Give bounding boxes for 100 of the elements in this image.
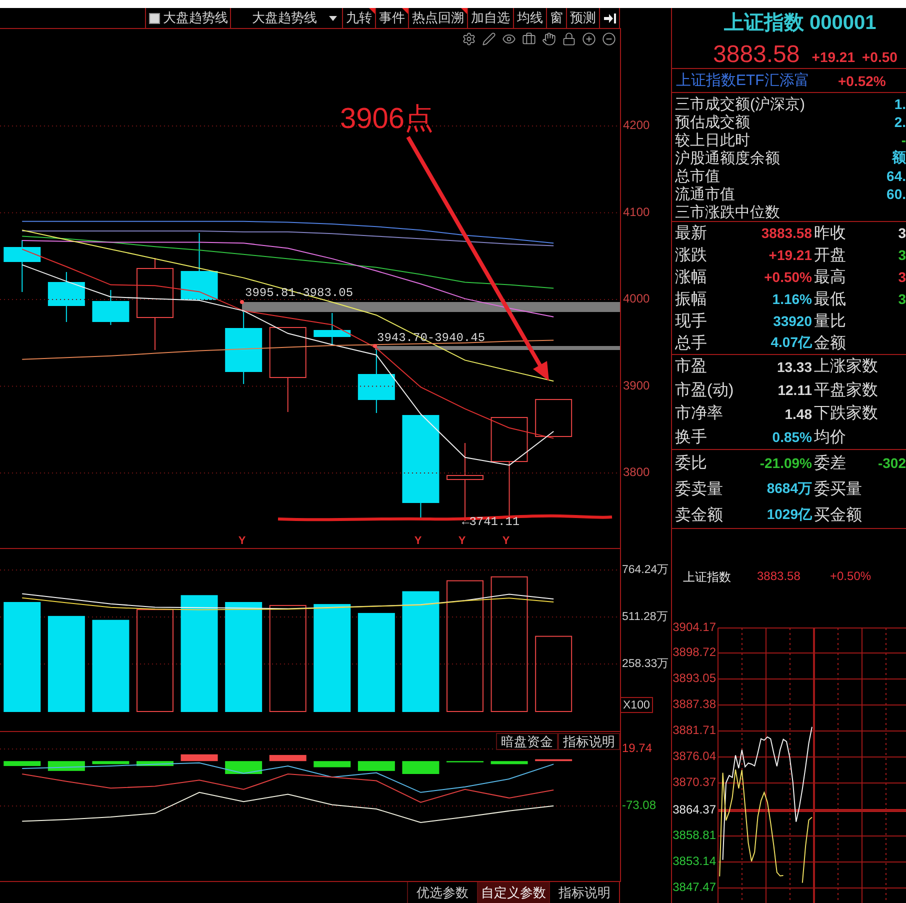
axis-label: 3800: [623, 465, 650, 480]
quote-label: 量比: [813, 312, 847, 332]
quote-label: 委买量: [813, 480, 863, 500]
stat-value: 2.: [894, 114, 906, 130]
quote-label: 最高: [813, 268, 847, 288]
candlestick: [4, 240, 41, 292]
stat-value: 1.: [894, 96, 906, 112]
candlestick: [535, 399, 572, 437]
param-tab[interactable]: 自定义参数: [477, 882, 549, 903]
quote-label: 委卖量: [675, 480, 724, 500]
candlestick: [358, 348, 395, 414]
axis-label: 3870.37: [672, 775, 716, 790]
quote-label: 涨幅: [675, 268, 708, 288]
pen-icon[interactable]: [482, 32, 496, 46]
quote-value: -21.09%: [758, 455, 812, 471]
quote-value: 12.11: [776, 382, 812, 398]
axis-label: 3881.71: [672, 723, 716, 738]
axis-label: 3864.37: [672, 802, 716, 817]
stat-label: 流通市值: [675, 184, 735, 204]
quote-value: 8684万: [766, 480, 812, 498]
signal-label: Y: [502, 534, 510, 547]
axis-label: 3887.38: [672, 697, 716, 712]
price-change-percent: +0.50: [862, 49, 898, 65]
stat-label: 三市涨跌中位数: [675, 202, 780, 222]
stat-value: 60.: [886, 186, 906, 202]
axis-label: 3898.72: [672, 645, 716, 660]
indicator-bar: [180, 754, 218, 762]
quote-label: 涨跌: [675, 246, 708, 266]
quote-label: 昨收: [813, 224, 847, 244]
candlestick: [92, 290, 130, 326]
quote-value: 3: [898, 247, 906, 263]
quote-value: 13.33: [776, 358, 812, 375]
settings-icon[interactable]: [462, 32, 476, 46]
quote-value: +0.50%: [763, 269, 812, 285]
quote-value: 1.16%: [771, 291, 812, 307]
toolbar-button[interactable]: 热点回溯: [408, 8, 467, 28]
hand-icon[interactable]: [542, 32, 556, 46]
stat-label: 总市值: [675, 166, 720, 186]
indicator-button[interactable]: 暗盘资金: [496, 733, 558, 750]
toolbar-button[interactable]: 加自选: [467, 8, 513, 28]
indicator-bar: [446, 761, 484, 762]
indicator-bar: [4, 761, 41, 766]
stock-title: 上证指数 000001: [723, 11, 878, 35]
candlestick: [180, 232, 218, 300]
signal-label: Y: [238, 534, 246, 547]
checkbox[interactable]: [149, 12, 160, 24]
zoom-out-icon[interactable]: [602, 32, 616, 46]
quote-label: 最新: [675, 224, 708, 244]
quote-label: 平盘家数: [813, 380, 879, 401]
stat-value: -: [901, 132, 906, 148]
zoom-in-icon[interactable]: [582, 32, 596, 46]
low-price-label: ←3741.11: [462, 515, 520, 530]
quote-label: 买金额: [813, 506, 863, 526]
briefcase-icon[interactable]: [522, 32, 536, 46]
quote-label: 市盈: [675, 356, 708, 378]
indicator-button[interactable]: 指标说明: [558, 733, 620, 750]
price-change: +19.21: [812, 49, 855, 65]
quote-value: 3: [898, 291, 906, 307]
eye-icon[interactable]: [502, 32, 516, 46]
axis-label: 3904.17: [672, 620, 716, 634]
quote-value: 33920: [772, 313, 812, 329]
quote-label: 市净率: [675, 404, 724, 424]
axis-label: 3853.14: [672, 854, 716, 868]
quote-label: 最低: [813, 290, 847, 310]
mini-quote-change: +0.50%: [830, 569, 872, 583]
quote-value: 3883.58: [760, 225, 812, 241]
quote-value: 0.85%: [771, 429, 812, 446]
toolbar-button[interactable]: [599, 8, 619, 28]
quote-value: 4.07亿: [770, 334, 812, 352]
axis-label: 4200: [623, 118, 650, 132]
lock-icon[interactable]: [562, 32, 576, 46]
stat-label: 沪股通额度余额: [675, 148, 780, 168]
quote-label: 上涨家数: [813, 356, 879, 378]
quote-label: 现手: [675, 312, 708, 332]
indicator-bar: [92, 761, 130, 764]
stat-label: 预估成交额: [675, 112, 750, 132]
quote-label: 卖金额: [675, 506, 724, 526]
axis-label: 3893.05: [672, 671, 716, 686]
quote-label: 振幅: [675, 290, 708, 310]
axis-label: 3858.81: [672, 828, 716, 842]
axis-label: 3847.47: [672, 880, 716, 894]
candlestick: [314, 312, 351, 346]
anchor-dot-icon: [240, 300, 244, 304]
quote-label: 市盈(动): [675, 380, 735, 401]
toolbar-button[interactable]: 事件: [375, 8, 408, 28]
indicator-bar: [358, 761, 395, 771]
axis-label: 258.33万: [622, 658, 670, 670]
indicator-bar: [48, 761, 85, 771]
toolbar-button[interactable]: 九转: [342, 8, 375, 28]
axis-label: 19.74: [622, 741, 652, 756]
stat-label: 三市成交额(沪深京): [675, 94, 805, 114]
quote-value: 3: [898, 225, 906, 241]
quote-label: 委差: [813, 454, 847, 474]
quote-label: 委比: [675, 454, 708, 474]
etf-name[interactable]: 上证指数ETF汇添富: [676, 71, 838, 90]
axis-label: 3900: [623, 378, 650, 392]
quote-value: 3: [898, 269, 906, 285]
axis-label: 3876.04: [672, 749, 716, 764]
mini-quote-price: 3883.58: [757, 569, 802, 583]
quote-label: 均价: [813, 428, 847, 448]
